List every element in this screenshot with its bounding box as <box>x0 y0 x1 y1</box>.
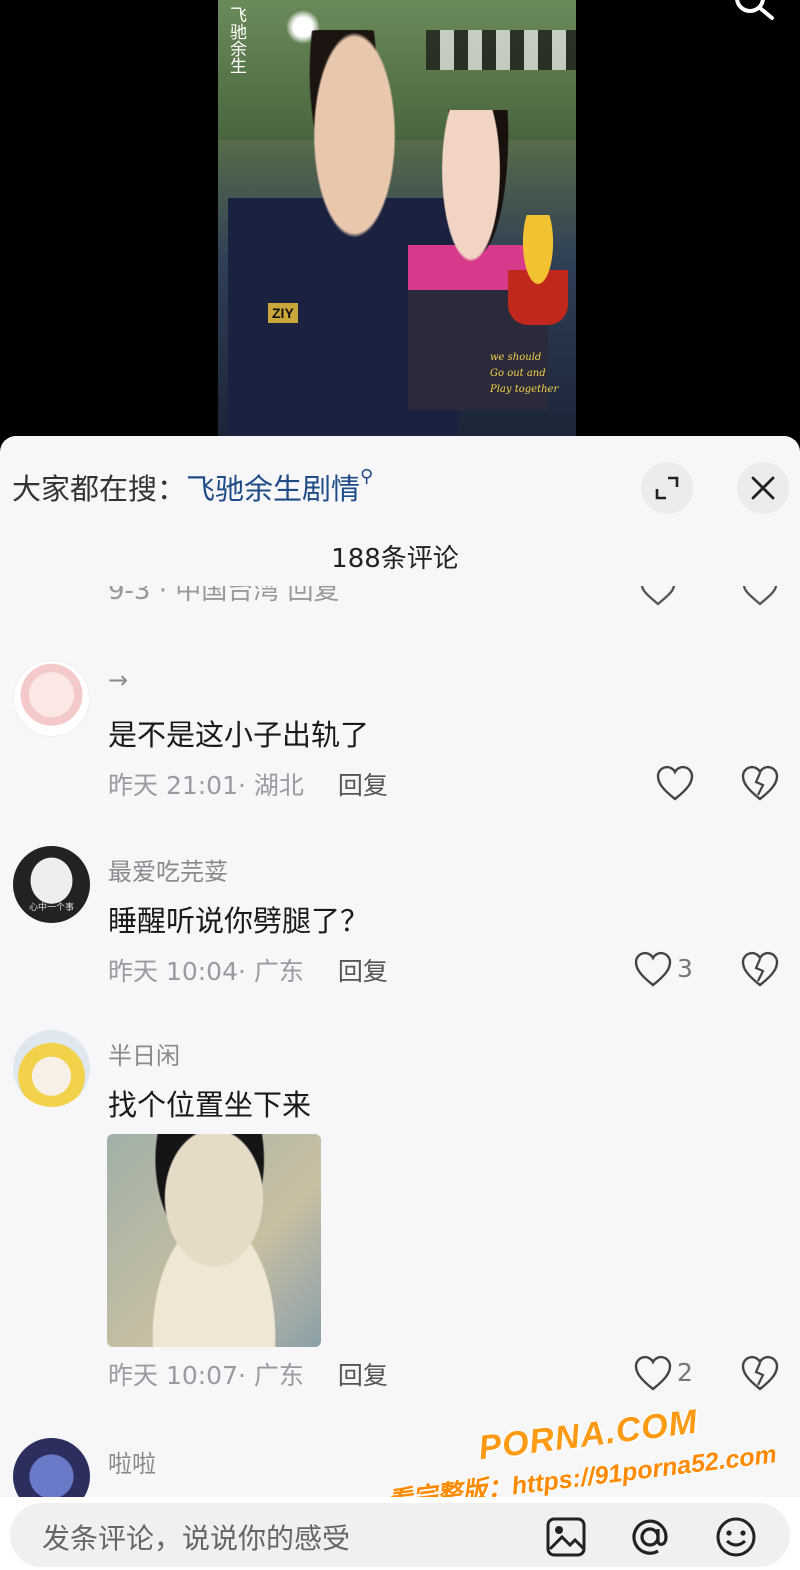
comment-text: 是不是这小子出轨了 <box>108 718 370 752</box>
reply-button[interactable]: 回复 <box>338 957 388 986</box>
comments-panel: 大家都在搜：飞驰余生剧情⚲ 188条评论 9-3 · 中国台湾 回复 → 是不是… <box>0 436 800 1570</box>
close-button[interactable] <box>737 462 789 514</box>
reply-button[interactable]: 回复 <box>338 771 388 800</box>
search-suggestion[interactable]: 大家都在搜：飞驰余生剧情⚲ <box>12 466 373 508</box>
search-icon[interactable] <box>728 0 778 30</box>
comment-input-bar: 发条评论，说说你的感受 <box>0 1497 800 1570</box>
poster-title: 飞驰余生 <box>226 6 246 74</box>
broken-heart-icon[interactable] <box>742 586 778 606</box>
like-count: 3 <box>677 954 693 983</box>
comment-meta: 昨天 10:04· 广东 回复 <box>108 957 388 986</box>
avatar[interactable]: 心中一个事 <box>13 846 90 923</box>
expand-button[interactable] <box>641 462 693 514</box>
emoji-icon[interactable] <box>714 1515 758 1559</box>
close-icon <box>751 476 775 500</box>
like-count: 2 <box>677 1358 693 1387</box>
search-keyword[interactable]: 飞驰余生剧情 <box>186 472 360 506</box>
image-icon[interactable] <box>544 1515 588 1559</box>
heart-icon[interactable] <box>633 1354 673 1394</box>
comment-username[interactable]: 半日闲 <box>108 1036 180 1071</box>
comment-input[interactable]: 发条评论，说说你的感受 <box>10 1503 790 1567</box>
avatar[interactable] <box>13 660 90 737</box>
comment-username[interactable]: 啦啦 <box>108 1444 156 1479</box>
broken-heart-icon[interactable] <box>740 950 780 990</box>
heart-icon[interactable] <box>633 950 673 990</box>
video-poster: ZIY 飞驰余生 we should Go out and Play toget… <box>218 0 576 436</box>
comment-count: 188条评论 <box>331 544 459 574</box>
comment-placeholder: 发条评论，说说你的感受 <box>42 1522 351 1555</box>
avatar[interactable] <box>13 1030 90 1107</box>
comment-text: 睡醒听说你劈腿了？ <box>108 904 370 938</box>
comment-image[interactable] <box>107 1134 321 1347</box>
heart-icon[interactable] <box>640 586 676 606</box>
poster-handwriting: we should Go out and Play together <box>490 352 559 395</box>
poster-badge: ZIY <box>268 303 298 323</box>
reply-button[interactable]: 回复 <box>338 1361 388 1390</box>
video-player[interactable]: ZIY 飞驰余生 we should Go out and Play toget… <box>0 0 800 440</box>
comment-username[interactable]: → <box>108 666 128 694</box>
broken-heart-icon[interactable] <box>740 1354 780 1394</box>
trophy-image <box>508 215 568 325</box>
comment-username[interactable]: 最爱吃芫荽 <box>108 852 228 887</box>
partial-comment-row: 9-3 · 中国台湾 回复 <box>0 586 800 610</box>
comment-text: 找个位置坐下来 <box>108 1088 312 1122</box>
at-icon[interactable] <box>628 1515 672 1559</box>
broken-heart-icon[interactable] <box>740 764 780 804</box>
heart-icon[interactable] <box>655 764 695 804</box>
comment-meta: 昨天 10:07· 广东 回复 <box>108 1361 388 1390</box>
expand-icon <box>655 476 679 500</box>
small-search-icon: ⚲ <box>360 466 374 487</box>
comment-meta: 昨天 21:01· 湖北 回复 <box>108 771 388 800</box>
